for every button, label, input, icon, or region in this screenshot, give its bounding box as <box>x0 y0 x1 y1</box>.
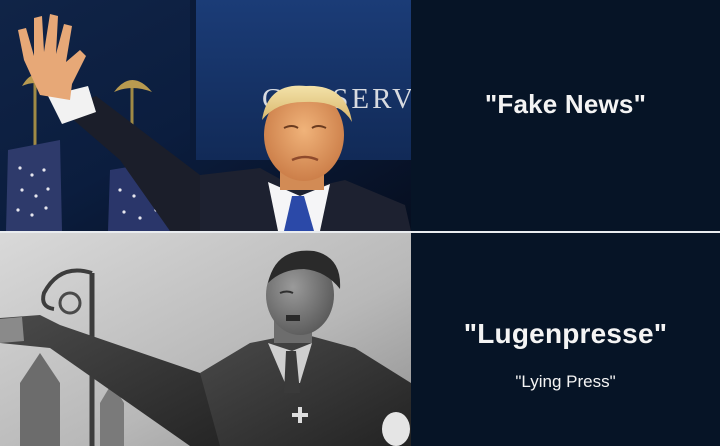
caption-lugenpresse: "Lugenpresse" <box>463 318 668 349</box>
caption-fake-news: "Fake News" <box>484 89 647 119</box>
extended-hand <box>0 317 24 343</box>
caption-translation: "Lying Press" <box>515 372 616 391</box>
bottom-photo <box>0 233 411 446</box>
bottom-panel: "Lugenpresse" "Lying Press" <box>0 233 720 446</box>
top-caption-block: "Fake News" <box>411 0 720 231</box>
armband <box>382 412 410 446</box>
meme-image: CONSERVA <box>0 0 720 446</box>
mustache <box>286 315 300 321</box>
top-photo-svg: CONSERVA <box>0 0 411 231</box>
bottom-caption-block: "Lugenpresse" "Lying Press" <box>411 233 720 446</box>
top-photo: CONSERVA <box>0 0 411 231</box>
sign-edge <box>190 0 196 160</box>
flag-left <box>6 140 62 231</box>
bottom-photo-svg <box>0 233 411 446</box>
top-panel: CONSERVA <box>0 0 720 231</box>
